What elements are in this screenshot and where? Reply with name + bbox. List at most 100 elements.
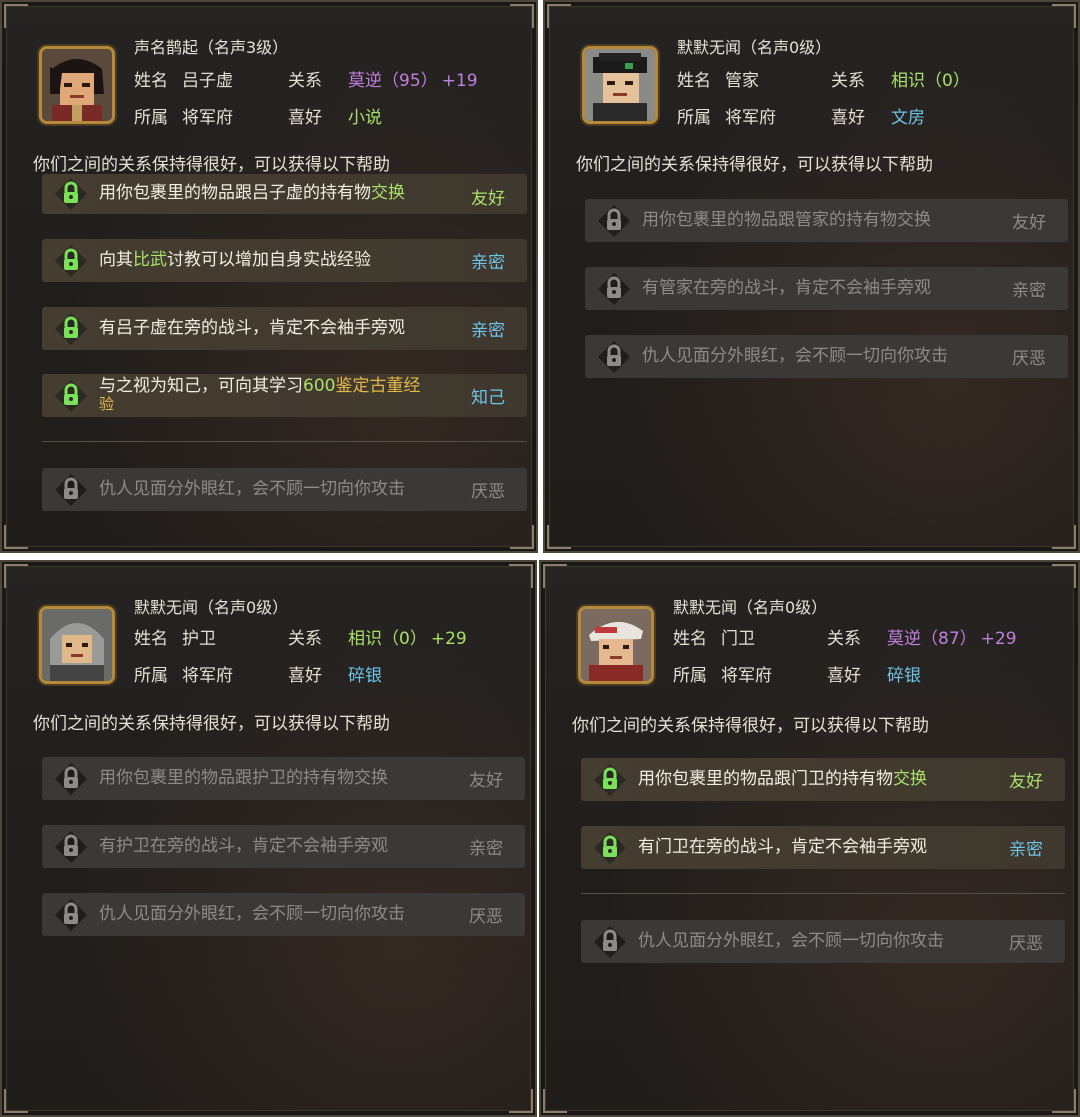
tier-label: 厌恶	[471, 482, 505, 502]
hobby-value: 碎银	[348, 666, 382, 686]
benefit-assist[interactable]: 有门卫在旁的战斗，肯定不会袖手旁观 亲密	[581, 826, 1065, 869]
frame-corner	[4, 4, 28, 28]
relation-value: 莫逆（95） +19	[348, 71, 478, 91]
benefit-trade[interactable]: 用你包裹里的物品跟护卫的持有物交换 友好	[42, 757, 525, 800]
frame-corner	[509, 564, 533, 588]
lock-icon	[54, 473, 88, 507]
faction-label: 所属	[677, 108, 711, 128]
frame-corner	[4, 1089, 28, 1113]
relation-value: 相识（0）	[891, 71, 970, 91]
npc-name: 护卫	[182, 629, 216, 649]
npc-panel-guanjia: 默默无闻（名声0级） 姓名 管家 关系 相识（0） 所属 将军府 喜好 文房 你…	[543, 0, 1080, 553]
benefit-text: 仇人见面分外眼红，会不顾一切向你攻击	[638, 931, 944, 951]
lock-icon	[54, 830, 88, 864]
benefit-text: 用你包裹里的物品跟护卫的持有物交换	[99, 768, 388, 788]
benefit-spar[interactable]: 向其比武讨教可以增加自身实战经验 亲密	[42, 239, 527, 282]
benefit-text: 仇人见面分外眼红，会不顾一切向你攻击	[99, 479, 405, 499]
frame-corner	[547, 525, 571, 549]
relation-value: 相识（0） +29	[348, 629, 467, 649]
benefit-trade[interactable]: 用你包裹里的物品跟门卫的持有物交换 友好	[581, 758, 1065, 801]
relation-label: 关系	[831, 71, 865, 91]
divider	[42, 441, 527, 442]
hobby-label: 喜好	[288, 666, 322, 686]
frame-corner	[1052, 1089, 1076, 1113]
faction-value: 将军府	[725, 108, 776, 128]
benefit-text: 与之视为知己，可向其学习600鉴定古董经 验	[99, 376, 421, 413]
tier-label: 亲密	[471, 321, 505, 341]
tier-label: 友好	[469, 771, 503, 791]
benefit-text: 有门卫在旁的战斗，肯定不会袖手旁观	[638, 837, 927, 857]
unlock-icon	[54, 244, 88, 278]
benefit-intro: 你们之间的关系保持得很好，可以获得以下帮助	[572, 716, 929, 736]
tier-label: 亲密	[469, 839, 503, 859]
benefit-trade[interactable]: 用你包裹里的物品跟管家的持有物交换 友好	[585, 199, 1068, 242]
benefit-text: 有吕子虚在旁的战斗，肯定不会袖手旁观	[99, 318, 405, 338]
benefit-assist[interactable]: 有护卫在旁的战斗，肯定不会袖手旁观 亲密	[42, 825, 525, 868]
faction-label: 所属	[673, 666, 707, 686]
benefit-learn[interactable]: 与之视为知己，可向其学习600鉴定古董经 验 知己	[42, 374, 527, 417]
benefit-intro: 你们之间的关系保持得很好，可以获得以下帮助	[33, 714, 390, 734]
tier-label: 知己	[471, 388, 505, 408]
npc-panel-lv-zixu: 声名鹊起（名声3级） 姓名 吕子虚 关系 莫逆（95） +19 所属 将军府 喜好…	[0, 0, 538, 553]
frame-corner	[510, 4, 534, 28]
benefit-text: 用你包裹里的物品跟管家的持有物交换	[642, 210, 931, 230]
relation-label: 关系	[288, 629, 322, 649]
hobby-label: 喜好	[288, 108, 322, 128]
faction-value: 将军府	[182, 108, 233, 128]
frame-corner	[4, 564, 28, 588]
fame-level: 默默无闻（名声0级）	[677, 38, 832, 57]
benefit-text: 仇人见面分外眼红，会不顾一切向你攻击	[99, 904, 405, 924]
benefit-intro: 你们之间的关系保持得很好，可以获得以下帮助	[33, 155, 390, 175]
frame-corner	[509, 1089, 533, 1113]
lock-icon	[597, 340, 631, 374]
faction-value: 将军府	[182, 666, 233, 686]
frame-corner	[543, 564, 567, 588]
tier-label: 亲密	[1012, 281, 1046, 301]
benefit-trade[interactable]: 用你包裹里的物品跟吕子虚的持有物交换 友好	[42, 174, 527, 214]
lock-icon	[54, 898, 88, 932]
unlock-icon	[593, 831, 627, 865]
lock-icon	[593, 925, 627, 959]
relation-label: 关系	[288, 71, 322, 91]
npc-name: 管家	[725, 71, 759, 91]
benefit-assist[interactable]: 有管家在旁的战斗，肯定不会袖手旁观 亲密	[585, 267, 1068, 310]
lock-icon	[597, 204, 631, 238]
frame-corner	[510, 525, 534, 549]
benefit-assist[interactable]: 有吕子虚在旁的战斗，肯定不会袖手旁观 亲密	[42, 307, 527, 350]
benefit-text: 向其比武讨教可以增加自身实战经验	[99, 250, 371, 270]
faction-value: 将军府	[721, 666, 772, 686]
name-label: 姓名	[134, 629, 168, 649]
tier-label: 厌恶	[1009, 934, 1043, 954]
benefit-hostile[interactable]: 仇人见面分外眼红，会不顾一切向你攻击 厌恶	[585, 335, 1068, 378]
benefit-text: 有管家在旁的战斗，肯定不会袖手旁观	[642, 278, 931, 298]
name-label: 姓名	[673, 629, 707, 649]
tier-label: 厌恶	[1012, 349, 1046, 369]
tier-label: 亲密	[1009, 840, 1043, 860]
relation-value: 莫逆（87） +29	[887, 629, 1017, 649]
faction-label: 所属	[134, 108, 168, 128]
hobby-value: 小说	[348, 108, 382, 128]
benefit-hostile[interactable]: 仇人见面分外眼红，会不顾一切向你攻击 厌恶	[42, 893, 525, 936]
frame-corner	[4, 525, 28, 549]
name-label: 姓名	[134, 71, 168, 91]
tier-label: 友好	[471, 189, 505, 209]
npc-avatar	[39, 606, 115, 684]
unlock-icon	[54, 177, 88, 211]
hobby-value: 碎银	[887, 666, 921, 686]
tier-label: 友好	[1012, 213, 1046, 233]
benefit-hostile[interactable]: 仇人见面分外眼红，会不顾一切向你攻击 厌恶	[581, 920, 1065, 963]
unlock-icon	[54, 379, 88, 413]
npc-avatar	[578, 606, 654, 684]
benefit-hostile[interactable]: 仇人见面分外眼红，会不顾一切向你攻击 厌恶	[42, 468, 527, 511]
fame-level: 默默无闻（名声0级）	[673, 598, 828, 617]
tier-label: 友好	[1009, 772, 1043, 792]
benefit-text: 用你包裹里的物品跟门卫的持有物交换	[638, 769, 927, 789]
frame-corner	[1052, 4, 1076, 28]
benefit-text: 有护卫在旁的战斗，肯定不会袖手旁观	[99, 836, 388, 856]
lock-icon	[54, 762, 88, 796]
npc-panel-menwei: 默默无闻（名声0级） 姓名 门卫 关系 莫逆（87） +29 所属 将军府 喜好 …	[539, 560, 1080, 1117]
unlock-icon	[593, 763, 627, 797]
frame-corner	[1052, 525, 1076, 549]
frame-corner	[1052, 564, 1076, 588]
tier-label: 亲密	[471, 253, 505, 273]
